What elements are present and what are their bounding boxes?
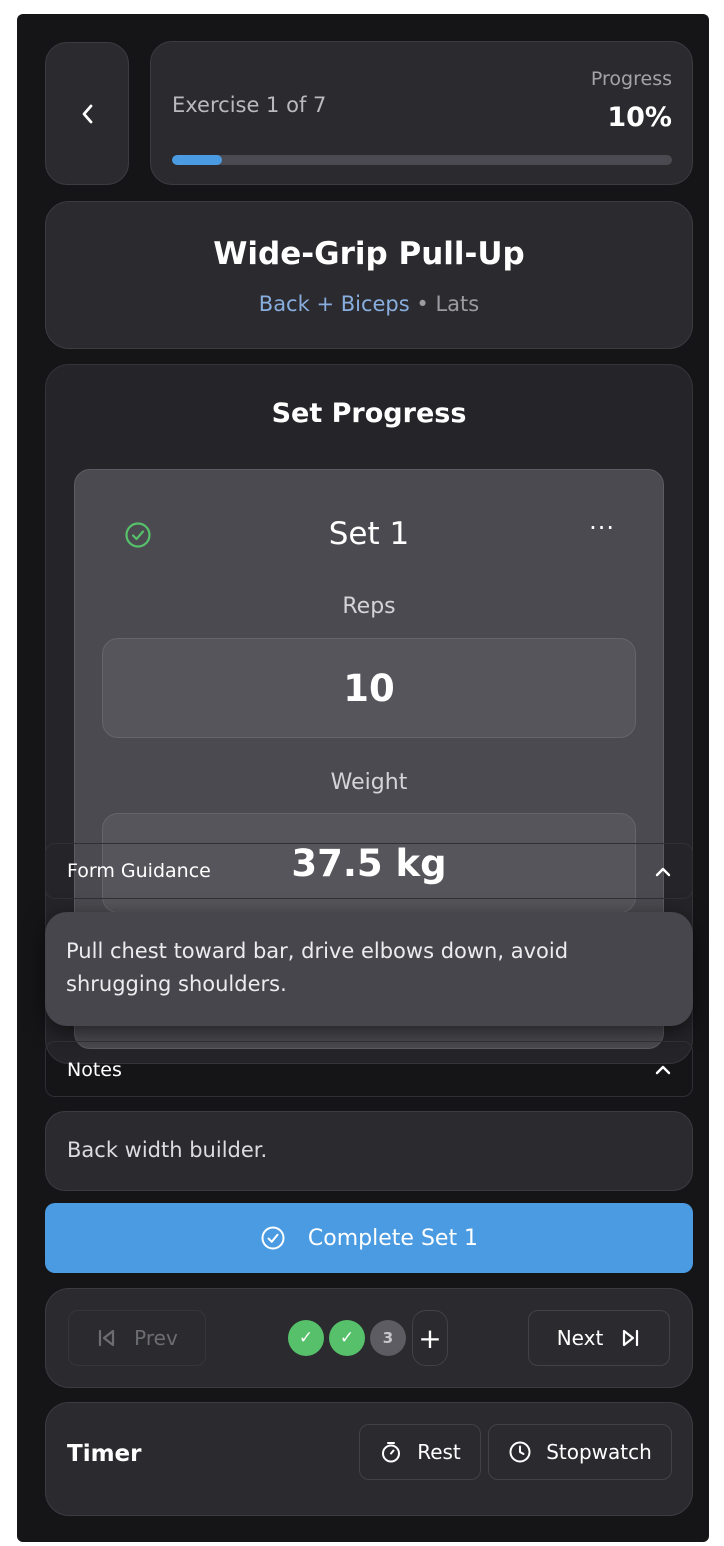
notes-label: Notes <box>67 1059 122 1081</box>
set-dot-1[interactable]: ✓ <box>288 1320 324 1356</box>
check-circle-icon <box>261 1226 285 1250</box>
clock-icon <box>509 1441 531 1463</box>
stopwatch-button[interactable]: Stopwatch <box>488 1424 672 1480</box>
timer-card: Timer Rest Stopwatch <box>45 1402 693 1516</box>
stopwatch-label: Stopwatch <box>546 1440 652 1464</box>
secondary-muscle: • Lats <box>416 292 480 316</box>
exercise-counter: Exercise 1 of 7 <box>172 93 327 117</box>
notes-text: Back width builder. <box>67 1138 268 1162</box>
add-set-button[interactable]: + <box>412 1310 448 1366</box>
exercise-subtitle: Back + Biceps • Lats <box>46 292 692 316</box>
reps-input[interactable]: 10 <box>102 638 636 738</box>
complete-set-label: Complete Set 1 <box>307 1225 479 1251</box>
progress-card: Exercise 1 of 7 Progress 10% <box>150 41 693 185</box>
weight-label: Weight <box>330 770 408 795</box>
next-button[interactable]: Next <box>528 1310 670 1366</box>
prev-label: Prev <box>134 1326 178 1350</box>
prev-button[interactable]: Prev <box>68 1310 206 1366</box>
stopwatch-icon <box>382 1442 401 1463</box>
chevron-up-icon <box>655 1065 671 1075</box>
set-navigation: Prev ✓ ✓ 3 + Next <box>45 1288 693 1388</box>
form-guidance-toggle[interactable]: Form Guidance <box>45 843 693 899</box>
form-guidance-label: Form Guidance <box>67 860 211 882</box>
muscle-group: Back + Biceps <box>258 292 410 316</box>
progress-label: Progress <box>590 68 672 90</box>
progress-bar <box>172 155 672 165</box>
more-icon[interactable]: ··· <box>589 514 615 542</box>
progress-bar-fill <box>172 155 222 165</box>
exercise-title: Wide-Grip Pull-Up <box>213 236 525 272</box>
exercise-card: Wide-Grip Pull-Up Back + Biceps • Lats <box>45 201 693 349</box>
complete-set-button[interactable]: Complete Set 1 <box>45 1203 693 1273</box>
chevron-up-icon <box>655 867 671 877</box>
form-guidance-text: Pull chest toward bar, drive elbows down… <box>45 912 693 1026</box>
skip-forward-icon <box>623 1329 639 1347</box>
set-progress-title: Set Progress <box>271 398 467 429</box>
rest-timer-button[interactable]: Rest <box>359 1424 481 1480</box>
progress-value: 10% <box>607 102 672 133</box>
skip-back-icon <box>99 1329 115 1347</box>
timer-label: Timer <box>67 1441 142 1467</box>
notes-card: Back width builder. <box>45 1111 693 1191</box>
back-button[interactable] <box>45 42 129 185</box>
reps-label: Reps <box>342 594 396 619</box>
next-label: Next <box>556 1326 604 1350</box>
notes-toggle[interactable]: Notes <box>45 1041 693 1097</box>
workout-screen: Exercise 1 of 7 Progress 10% Wide-Grip P… <box>17 14 709 1542</box>
rest-label: Rest <box>417 1440 461 1464</box>
set-dot-2[interactable]: ✓ <box>329 1320 365 1356</box>
set-dot-3[interactable]: 3 <box>370 1320 406 1356</box>
chevron-left-icon <box>82 104 93 123</box>
set-title: Set 1 <box>328 516 410 552</box>
